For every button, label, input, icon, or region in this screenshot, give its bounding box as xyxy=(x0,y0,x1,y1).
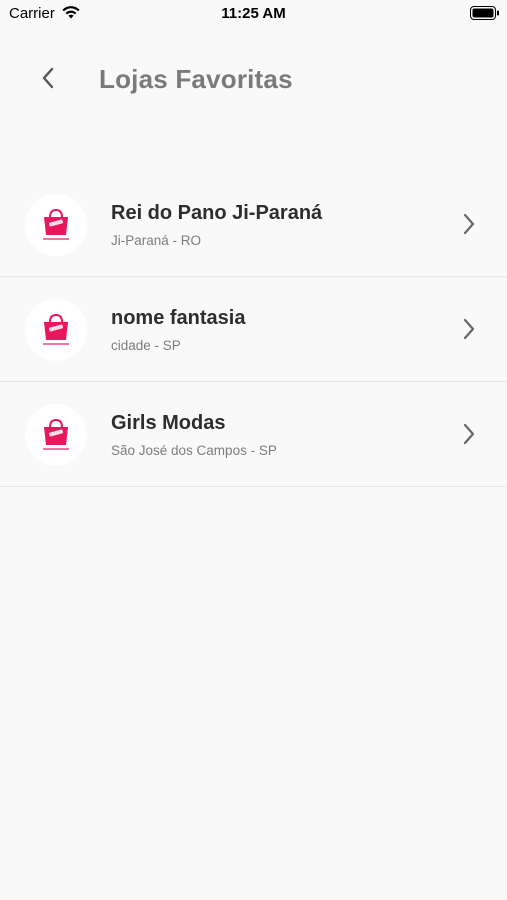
chevron-right-icon xyxy=(462,212,476,241)
battery-icon xyxy=(470,6,500,26)
store-logo xyxy=(25,404,87,466)
shopping-bag-logo-icon xyxy=(43,313,69,345)
store-name: nome fantasia xyxy=(111,307,246,329)
page-title: Lojas Favoritas xyxy=(99,64,293,94)
shopping-bag-logo-icon xyxy=(43,418,69,450)
store-location: cidade - SP xyxy=(111,338,181,353)
store-name: Girls Modas xyxy=(111,412,226,434)
store-location: São José dos Campos - SP xyxy=(111,443,277,458)
store-logo xyxy=(25,299,87,361)
store-row[interactable]: Rei do Pano Ji-Paraná Ji-Paraná - RO xyxy=(0,172,507,277)
status-bar: Carrier 11:25 AM xyxy=(0,0,507,28)
navigation-bar: Lojas Favoritas xyxy=(0,50,507,110)
clock: 11:25 AM xyxy=(221,5,286,22)
store-location: Ji-Paraná - RO xyxy=(111,233,202,248)
chevron-left-icon xyxy=(41,66,55,95)
favorite-stores-list: Rei do Pano Ji-Paraná Ji-Paraná - RO nom… xyxy=(0,172,507,487)
chevron-right-icon xyxy=(462,422,476,451)
store-row[interactable]: nome fantasia cidade - SP xyxy=(0,277,507,382)
back-button[interactable] xyxy=(30,62,66,98)
chevron-right-icon xyxy=(462,317,476,346)
shopping-bag-logo-icon xyxy=(43,208,69,240)
store-logo xyxy=(25,194,87,256)
store-row[interactable]: Girls Modas São José dos Campos - SP xyxy=(0,382,507,487)
store-name: Rei do Pano Ji-Paraná xyxy=(111,202,323,224)
